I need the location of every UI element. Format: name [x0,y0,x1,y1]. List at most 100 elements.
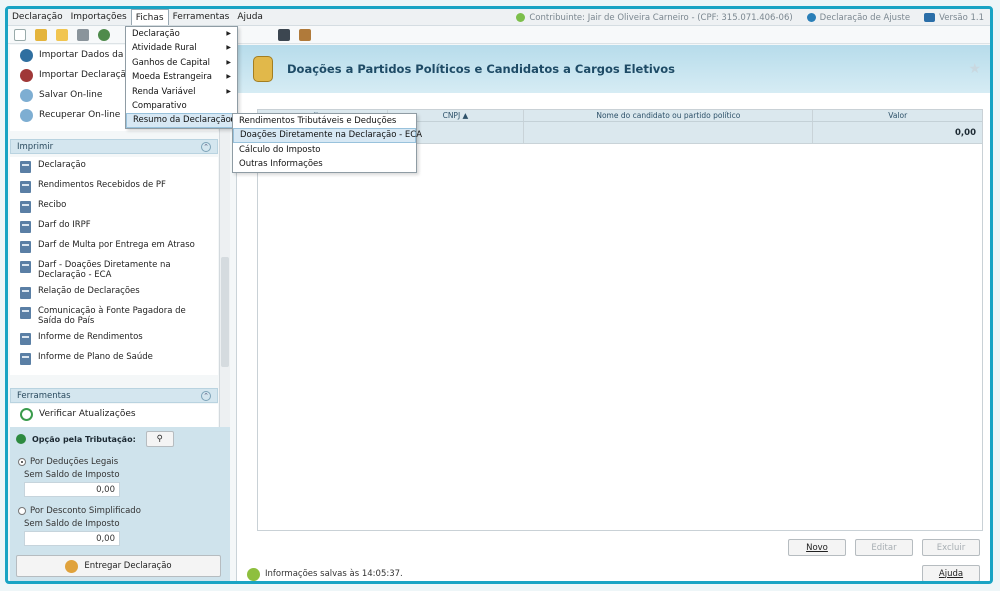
resumo-menu-item[interactable]: Cálculo do Imposto [233,143,416,157]
fichas-menu-item[interactable]: Comparativo [126,99,237,113]
submenu-arrow-icon: ▶ [226,58,231,66]
open-folder-icon[interactable] [35,28,47,41]
cloud-restore-icon [20,108,33,122]
fichas-menu-item[interactable]: Atividade Rural ▶ [126,41,237,55]
contribuinte-status: Contribuinte: Jair de Oliveira Carneiro … [516,13,793,23]
import-icon [20,48,33,62]
saldo-label: Sem Saldo de Imposto [24,470,120,480]
verificar-atualizacoes-item[interactable]: Verificar Atualizações [10,404,218,424]
ferramentas-panel-header[interactable]: Ferramentas ⌃ [10,388,218,403]
ferramentas-list: Verificar Atualizações [10,404,218,428]
refresh-icon [20,407,33,421]
ferramentas-title: Ferramentas [17,390,71,401]
opcao-label: Opção pela Tributação: [32,434,136,444]
print-item-label: Informe de Plano de Saúde [38,352,153,362]
excluir-button[interactable]: Excluir [922,539,980,556]
scrollbar-thumb[interactable] [221,257,229,367]
print-item[interactable]: Darf de Multa por Entrega em Atraso [10,237,218,257]
submenu-arrow-icon: ▶ [226,30,231,37]
send-icon [65,559,79,573]
menu-item-label: Atividade Rural [132,43,197,54]
print-item[interactable]: Rendimentos Recebidos de PF [10,177,218,197]
printer-icon [20,161,31,173]
editar-button[interactable]: Editar [855,539,913,556]
printer-icon [20,353,31,365]
entregar-declaracao-button[interactable]: Entregar Declaração [16,555,221,577]
imprimir-list: Declaração Rendimentos Recebidos de PF R… [10,157,218,375]
desconto-value: 0,00 [24,531,120,546]
search-button[interactable]: ⚲ [145,431,174,447]
ajuda-button[interactable]: Ajuda [922,565,980,581]
print-item-label: Rendimentos Recebidos de PF [38,180,166,190]
fichas-menu-item[interactable]: Renda Variável ▶ [126,85,237,99]
menu-ferramentas[interactable]: Ferramentas [169,9,234,25]
menubar: Declaração Importações Fichas Ferramenta… [8,9,990,26]
sidebar-item-label: Salvar On-line [39,90,103,100]
print-item[interactable]: Recibo [10,197,218,217]
folder-icon[interactable] [56,28,68,41]
calculator-icon[interactable] [278,28,290,41]
fichas-menu-item[interactable]: Declaração ▶ [126,27,237,41]
printer-icon [20,181,31,193]
status-area: Contribuinte: Jair de Oliveira Carneiro … [516,9,984,26]
page-title: Doações a Partidos Políticos e Candidato… [287,62,676,76]
imprimir-panel-header[interactable]: Imprimir ⌃ [10,139,218,154]
print-item[interactable]: Relação de Declarações [10,283,218,303]
novo-button[interactable]: Novo [788,539,846,556]
submenu-arrow-icon: ▶ [226,73,231,81]
menu-ajuda[interactable]: Ajuda [233,9,267,25]
print-item[interactable]: Comunicação à Fonte Pagadora de Saída do… [10,303,218,329]
entregar-label: Entregar Declaração [84,561,172,571]
menu-importacoes[interactable]: Importações [67,9,131,25]
sync-icon[interactable] [98,28,110,41]
print-item-label: Declaração [38,160,86,170]
cell-nome [524,122,814,143]
radio-button[interactable] [18,507,26,515]
print-item-label: Darf do IRPF [38,220,91,230]
new-file-icon[interactable] [14,28,26,41]
print-item[interactable]: Darf do IRPF [10,217,218,237]
radio-deducoes-legais[interactable]: Por Deduções Legais [10,457,230,467]
resumo-menu-item[interactable]: Outras Informações [233,157,416,171]
print-item-label: Darf de Multa por Entrega em Atraso [38,240,195,250]
menu-item-label: Renda Variável [132,86,196,97]
declaracao-text: Declaração de Ajuste [819,12,911,23]
print-item[interactable]: Informe de Plano de Saúde [10,349,218,369]
collapse-chevron-icon[interactable]: ⌃ [201,390,211,401]
printer-icon [20,221,31,233]
versao-status: Versão 1.1 [924,13,984,23]
book-icon[interactable] [299,28,311,41]
trash-icon[interactable] [77,28,89,41]
printer-icon [20,261,31,273]
opcao-header: Opção pela Tributação: ⚲ [10,427,230,451]
radio-label: Por Deduções Legais [30,457,119,467]
print-item-label: Recibo [38,200,67,210]
menu-item-label: Doações Diretamente na Declaração - ECA [240,130,423,141]
collapse-chevron-icon[interactable]: ⌃ [201,141,211,152]
menu-item-label: Declaração [132,29,180,39]
sidebar-item-label: Recuperar On-line [39,110,121,120]
menu-declaracao[interactable]: Declaração [8,9,67,25]
menu-item-label: Resumo da Declaração [133,115,231,126]
fichas-menu-item[interactable]: Ganhos de Capital ▶ [126,56,237,70]
resumo-menu-item-eca[interactable]: Doações Diretamente na Declaração - ECA [233,128,422,143]
print-item[interactable]: Darf - Doações Diretamente na Declaração… [10,257,218,283]
menu-fichas[interactable]: Fichas [130,9,169,25]
fichas-menu-item[interactable]: Moeda Estrangeira ▶ [126,70,237,84]
version-icon [924,13,936,22]
printer-icon [20,333,31,345]
resumo-menu-item[interactable]: Rendimentos Tributáveis e Deduções [233,114,416,128]
printer-icon [20,241,31,253]
status-footer: Informações salvas às 14:05:37. [237,563,990,581]
printer-icon [20,307,31,319]
column-header-nome[interactable]: Nome do candidato ou partido político [524,110,814,121]
fichas-menu-item-resumo[interactable]: Resumo da Declaração▶ [126,113,237,128]
menu-item-label: Cálculo do Imposto [239,144,321,155]
column-header-valor[interactable]: Valor [813,110,982,121]
print-item[interactable]: Declaração [10,157,218,177]
radio-desconto-simplificado[interactable]: Por Desconto Simplificado [10,506,230,516]
saved-check-icon [247,567,260,581]
print-item[interactable]: Informe de Rendimentos [10,329,218,349]
radio-button[interactable] [18,458,26,466]
favorite-star-icon[interactable]: ★ [968,61,981,77]
